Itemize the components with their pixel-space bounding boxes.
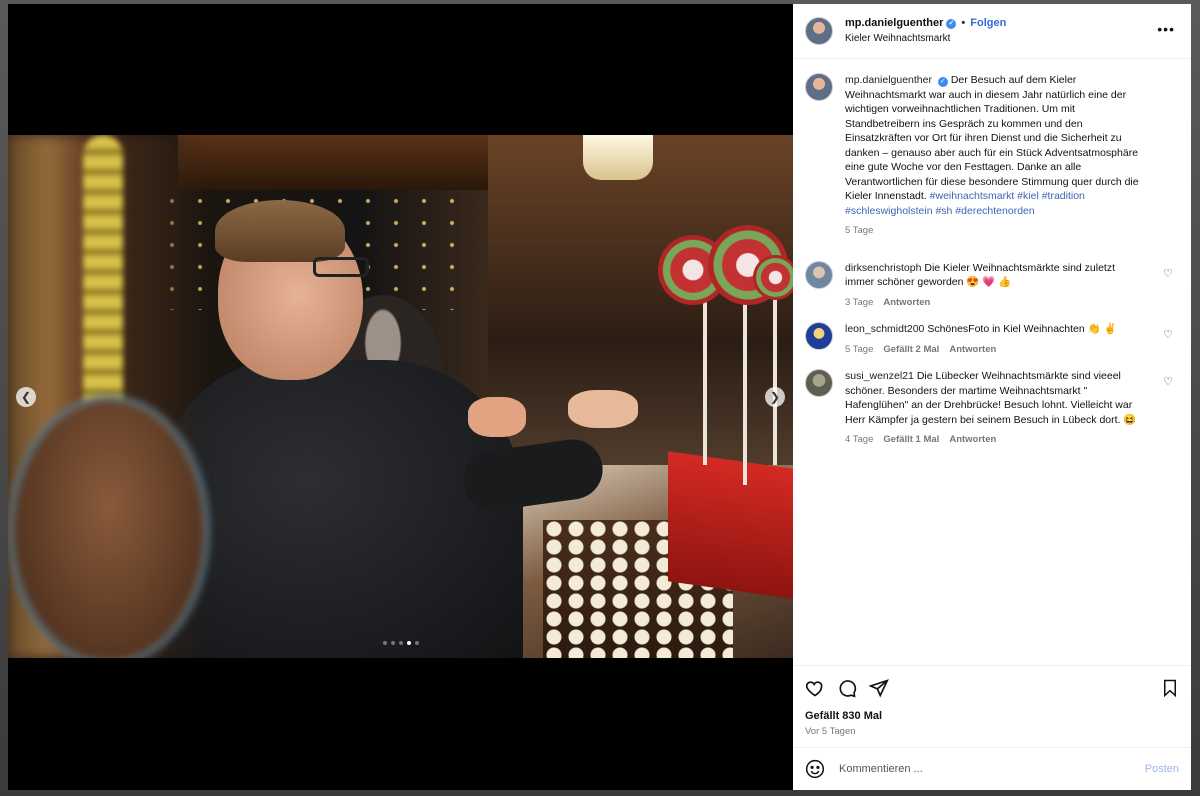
- comment-icon[interactable]: [837, 678, 857, 698]
- caption-time: 5 Tage: [845, 225, 874, 236]
- post-header: mp.danielguenther ✓ • Folgen Kieler Weih…: [793, 4, 1191, 59]
- comment-likes[interactable]: Gefällt 1 Mal: [883, 433, 939, 448]
- follow-button[interactable]: Folgen: [970, 16, 1006, 31]
- post-caption: mp.danielguenther ✓ Der Besuch auf dem K…: [805, 73, 1179, 239]
- comment-time: 4 Tage: [845, 434, 874, 445]
- slide-dot: [415, 641, 419, 645]
- reply-button[interactable]: Antworten: [949, 343, 996, 358]
- comment-item: dirksenchristoph Die Kieler Weihnachtsmä…: [805, 260, 1179, 311]
- comment-like-icon[interactable]: ♡: [1163, 375, 1173, 388]
- caption-username[interactable]: mp.danielguenther: [845, 74, 932, 86]
- commenter-avatar[interactable]: [805, 260, 833, 289]
- emoji-icon[interactable]: [805, 759, 825, 779]
- post-date: Vor 5 Tagen: [805, 726, 856, 737]
- post-actions: Gefällt 830 Mal Vor 5 Tagen: [793, 665, 1191, 747]
- more-icon[interactable]: •••: [1157, 22, 1175, 36]
- comment-composer: Posten: [793, 747, 1191, 790]
- slide-dot: [391, 641, 395, 645]
- comment-item: susi_wenzel21 Die Lübecker Weihnachtsmär…: [805, 369, 1179, 448]
- slide-dot-active: [407, 641, 411, 645]
- chevron-right-icon: ❯: [769, 390, 781, 404]
- comment-text: SchönesFoto in Kiel Weihnachten 👏 ✌️: [927, 323, 1117, 335]
- slide-dot: [399, 641, 403, 645]
- reply-button[interactable]: Antworten: [949, 433, 996, 448]
- commenter-avatar[interactable]: [805, 322, 833, 350]
- comment-likes[interactable]: Gefällt 2 Mal: [883, 343, 939, 358]
- media-viewer: ❮ ❯: [8, 4, 793, 790]
- comment-like-icon[interactable]: ♡: [1163, 328, 1173, 341]
- slide-indicator: [383, 641, 419, 645]
- post-modal: ❮ ❯ mp.danielguenther ✓ • Folgen Kieler …: [8, 4, 1191, 790]
- next-slide-button[interactable]: ❯: [765, 387, 785, 407]
- share-icon[interactable]: [869, 678, 889, 698]
- post-comment-button[interactable]: Posten: [1145, 763, 1179, 775]
- comment-username[interactable]: susi_wenzel21: [845, 370, 914, 382]
- slide-dot: [383, 641, 387, 645]
- commenter-avatar[interactable]: [805, 369, 833, 397]
- post-location[interactable]: Kieler Weihnachtsmarkt: [845, 31, 1006, 46]
- comments-list: mp.danielguenther ✓ Der Besuch auf dem K…: [793, 59, 1191, 665]
- separator-dot: •: [961, 17, 966, 29]
- previous-slide-button[interactable]: ❮: [16, 387, 36, 407]
- post-sidebar: mp.danielguenther ✓ • Folgen Kieler Weih…: [793, 4, 1191, 790]
- bookmark-icon[interactable]: [1161, 678, 1179, 698]
- comment-time: 3 Tage: [845, 296, 874, 308]
- author-avatar[interactable]: [805, 17, 833, 45]
- author-username[interactable]: mp.danielguenther: [845, 16, 943, 31]
- comment-username[interactable]: dirksenchristoph: [845, 262, 921, 274]
- comment-item: leon_schmidt200 SchönesFoto in Kiel Weih…: [805, 322, 1179, 357]
- like-count[interactable]: Gefällt 830 Mal: [805, 710, 1179, 722]
- verified-icon: ✓: [937, 77, 948, 87]
- comment-username[interactable]: leon_schmidt200: [845, 323, 924, 335]
- verified-icon: ✓: [946, 18, 957, 29]
- comment-time: 5 Tage: [845, 343, 874, 355]
- post-photo: [8, 135, 793, 658]
- comment-like-icon[interactable]: ♡: [1163, 267, 1173, 280]
- reply-button[interactable]: Antworten: [883, 296, 930, 311]
- caption-text: Der Besuch auf dem Kieler Weihnachtsmark…: [845, 74, 1139, 202]
- comment-input[interactable]: [837, 762, 1145, 776]
- author-avatar[interactable]: [805, 73, 833, 101]
- chevron-left-icon: ❮: [20, 390, 32, 404]
- heart-icon[interactable]: [805, 678, 825, 698]
